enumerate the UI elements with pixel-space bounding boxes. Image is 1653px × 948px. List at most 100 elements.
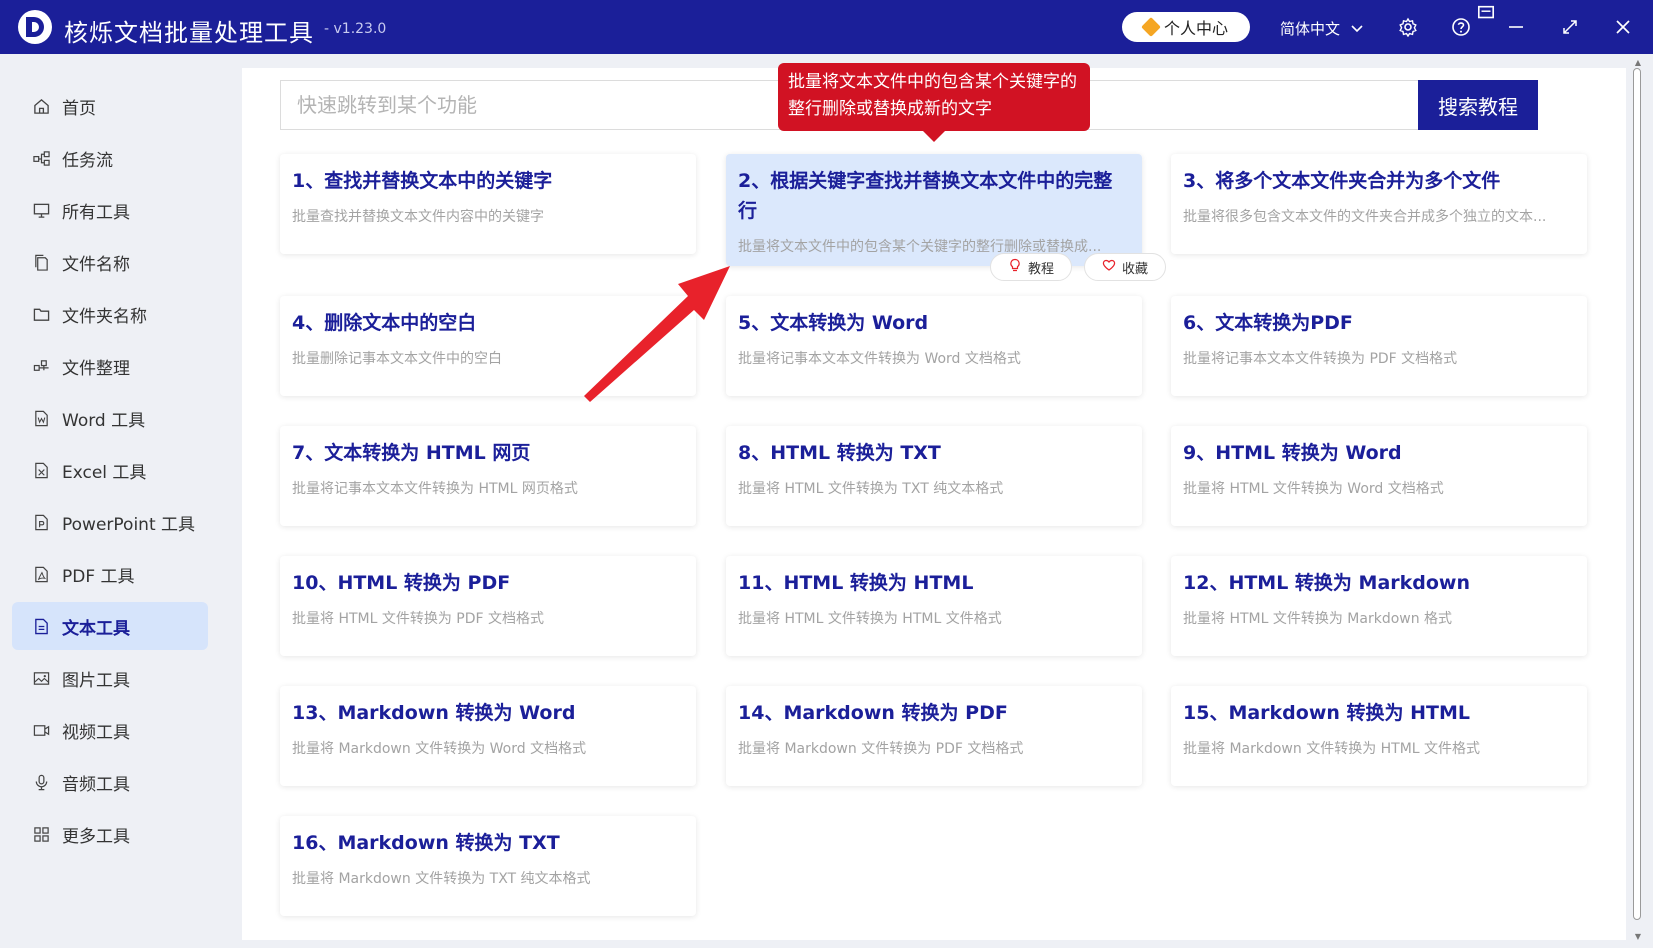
sidebar-item-home[interactable]: 首页 <box>12 82 208 130</box>
microphone-icon <box>32 773 50 791</box>
bulb-icon <box>1008 258 1022 276</box>
card-desc: 批量删除记事本文本文件中的空白 <box>292 351 502 367</box>
scroll-down-arrow-icon[interactable]: ▼ <box>1633 932 1643 942</box>
text-file-icon <box>32 617 50 635</box>
close-icon[interactable] <box>1611 15 1635 39</box>
maximize-icon[interactable] <box>1558 15 1582 39</box>
sidebar-item-all-tools[interactable]: 所有工具 <box>12 186 208 234</box>
sidebar-item-label: 任务流 <box>62 150 113 171</box>
feedback-icon[interactable] <box>1477 4 1495 22</box>
sidebar-item-label: PDF 工具 <box>62 566 135 587</box>
tool-card-12[interactable]: 12、HTML 转换为 Markdown 批量将 HTML 文件转换为 Mark… <box>1171 556 1587 656</box>
tool-card-13[interactable]: 13、Markdown 转换为 Word 批量将 Markdown 文件转换为 … <box>280 686 696 786</box>
sidebar-item-excel-tools[interactable]: Excel 工具 <box>12 446 208 494</box>
scroll-up-arrow-icon[interactable]: ▲ <box>1633 58 1643 68</box>
settings-gear-icon[interactable] <box>1396 15 1420 39</box>
home-icon <box>32 97 50 115</box>
card-desc: 批量将 Markdown 文件转换为 HTML 文件格式 <box>1183 741 1481 757</box>
card-desc: 批量将 HTML 文件转换为 Markdown 格式 <box>1183 611 1453 627</box>
user-center-button[interactable]: 个人中心 <box>1122 12 1250 42</box>
heart-icon <box>1102 258 1116 276</box>
main-panel: 搜索教程 1、查找并替换文本中的关键字 批量查找并替换文本文件内容中的关键字 2… <box>242 68 1626 940</box>
tool-card-3[interactable]: 3、将多个文本文件夹合并为多个文件 批量将很多包含文本文件的文件夹合并成多个独立… <box>1171 154 1587 254</box>
tool-card-7[interactable]: 7、文本转换为 HTML 网页 批量将记事本文本文件转换为 HTML 网页格式 <box>280 426 696 526</box>
sidebar-item-label: Word 工具 <box>62 410 146 431</box>
sidebar-item-label: 文本工具 <box>62 618 130 639</box>
help-icon[interactable] <box>1449 15 1473 39</box>
sidebar-item-label: 首页 <box>62 98 96 119</box>
app-logo <box>18 10 52 44</box>
word-file-icon <box>32 409 50 427</box>
scrollbar-thumb[interactable] <box>1633 68 1641 920</box>
card-title: 8、HTML 转换为 TXT <box>738 442 941 464</box>
card-title: 15、Markdown 转换为 HTML <box>1183 702 1471 724</box>
tool-card-6[interactable]: 6、文本转换为PDF 批量将记事本文本文件转换为 PDF 文档格式 <box>1171 296 1587 396</box>
card-desc: 批量将记事本文本文件转换为 Word 文档格式 <box>738 351 1021 367</box>
sidebar-item-image-tools[interactable]: 图片工具 <box>12 654 208 702</box>
card-title: 2、根据关键字查找并替换文本文件中的完整行 <box>738 170 1113 222</box>
sidebar-item-folder-name[interactable]: 文件夹名称 <box>12 290 208 338</box>
sidebar-item-label: 文件整理 <box>62 358 130 379</box>
card-title: 14、Markdown 转换为 PDF <box>738 702 1008 724</box>
sidebar-item-pdf-tools[interactable]: PDF 工具 <box>12 550 208 598</box>
sidebar-item-label: 所有工具 <box>62 202 130 223</box>
sidebar-item-file-organize[interactable]: 文件整理 <box>12 342 208 390</box>
card-desc: 批量将很多包含文本文件的文件夹合并成多个独立的文本... <box>1183 209 1547 225</box>
sidebar-item-label: PowerPoint 工具 <box>62 514 196 535</box>
sidebar-item-workflow[interactable]: 任务流 <box>12 134 208 182</box>
card-desc: 批量将 HTML 文件转换为 HTML 文件格式 <box>738 611 1002 627</box>
favorite-button[interactable]: 收藏 <box>1084 253 1166 281</box>
card-title: 11、HTML 转换为 HTML <box>738 572 974 594</box>
tool-card-14[interactable]: 14、Markdown 转换为 PDF 批量将 Markdown 文件转换为 P… <box>726 686 1142 786</box>
card-title: 13、Markdown 转换为 Word <box>292 702 576 724</box>
card-desc: 批量将文本文件中的包含某个关键字的整行删除或替换成... <box>738 239 1102 255</box>
tool-card-1[interactable]: 1、查找并替换文本中的关键字 批量查找并替换文本文件内容中的关键字 <box>280 154 696 254</box>
card-desc: 批量将 HTML 文件转换为 PDF 文档格式 <box>292 611 545 627</box>
sidebar-item-label: 文件名称 <box>62 254 130 275</box>
card-title: 10、HTML 转换为 PDF <box>292 572 511 594</box>
tool-card-5[interactable]: 5、文本转换为 Word 批量将记事本文本文件转换为 Word 文档格式 <box>726 296 1142 396</box>
tool-card-10[interactable]: 10、HTML 转换为 PDF 批量将 HTML 文件转换为 PDF 文档格式 <box>280 556 696 656</box>
card-title: 5、文本转换为 Word <box>738 312 929 334</box>
app-title: 核烁文档批量处理工具 <box>64 19 314 47</box>
tutorial-button[interactable]: 教程 <box>990 253 1072 281</box>
language-select[interactable]: 简体中文 <box>1280 18 1363 39</box>
tool-card-11[interactable]: 11、HTML 转换为 HTML 批量将 HTML 文件转换为 HTML 文件格… <box>726 556 1142 656</box>
sidebar-item-audio-tools[interactable]: 音频工具 <box>12 758 208 806</box>
card-title: 16、Markdown 转换为 TXT <box>292 832 560 854</box>
sidebar-item-text-tools[interactable]: 文本工具 <box>12 602 208 650</box>
card-title: 6、文本转换为PDF <box>1183 312 1353 334</box>
vip-diamond-icon <box>1141 17 1161 37</box>
excel-file-icon <box>32 461 50 479</box>
title-bar: 核烁文档批量处理工具 - v1.23.0 个人中心 简体中文 <box>0 0 1653 54</box>
tool-card-2[interactable]: 2、根据关键字查找并替换文本文件中的完整行 批量将文本文件中的包含某个关键字的整… <box>726 154 1142 266</box>
tool-card-16[interactable]: 16、Markdown 转换为 TXT 批量将 Markdown 文件转换为 T… <box>280 816 696 916</box>
favorite-label: 收藏 <box>1121 261 1148 277</box>
search-tutorial-button[interactable]: 搜索教程 <box>1418 80 1538 130</box>
card-title: 12、HTML 转换为 Markdown <box>1183 572 1471 594</box>
tool-card-9[interactable]: 9、HTML 转换为 Word 批量将 HTML 文件转换为 Word 文档格式 <box>1171 426 1587 526</box>
tooltip-pointer <box>922 130 946 142</box>
sidebar-item-word-tools[interactable]: Word 工具 <box>12 394 208 442</box>
app-version: - v1.23.0 <box>324 21 387 37</box>
card-desc: 批量将记事本文本文件转换为 HTML 网页格式 <box>292 481 578 497</box>
sidebar-item-label: 文件夹名称 <box>62 306 147 327</box>
card-desc: 批量将 Markdown 文件转换为 PDF 文档格式 <box>738 741 1024 757</box>
sidebar-item-video-tools[interactable]: 视频工具 <box>12 706 208 754</box>
tutorial-label: 教程 <box>1027 261 1054 277</box>
sidebar-item-file-name[interactable]: 文件名称 <box>12 238 208 286</box>
tool-card-15[interactable]: 15、Markdown 转换为 HTML 批量将 Markdown 文件转换为 … <box>1171 686 1587 786</box>
card-desc: 批量将 HTML 文件转换为 Word 文档格式 <box>1183 481 1444 497</box>
sidebar-item-label: 音频工具 <box>62 774 130 795</box>
language-label: 简体中文 <box>1280 20 1341 38</box>
card-title: 7、文本转换为 HTML 网页 <box>292 442 531 464</box>
ppt-file-icon <box>32 513 50 531</box>
tool-card-8[interactable]: 8、HTML 转换为 TXT 批量将 HTML 文件转换为 TXT 纯文本格式 <box>726 426 1142 526</box>
sidebar-item-more-tools[interactable]: 更多工具 <box>12 810 208 858</box>
sidebar: 首页 任务流 所有工具 文件名称 文件夹名称 文件整理 Word 工具 Exce… <box>0 54 220 948</box>
sidebar-item-powerpoint-tools[interactable]: PowerPoint 工具 <box>12 498 208 546</box>
card-tooltip: 批量将文本文件中的包含某个关键字的整行删除或替换成新的文字 <box>778 63 1090 131</box>
tool-card-4[interactable]: 4、删除文本中的空白 批量删除记事本文本文件中的空白 <box>280 296 696 396</box>
organize-icon <box>32 357 50 375</box>
minimize-icon[interactable] <box>1504 15 1528 39</box>
